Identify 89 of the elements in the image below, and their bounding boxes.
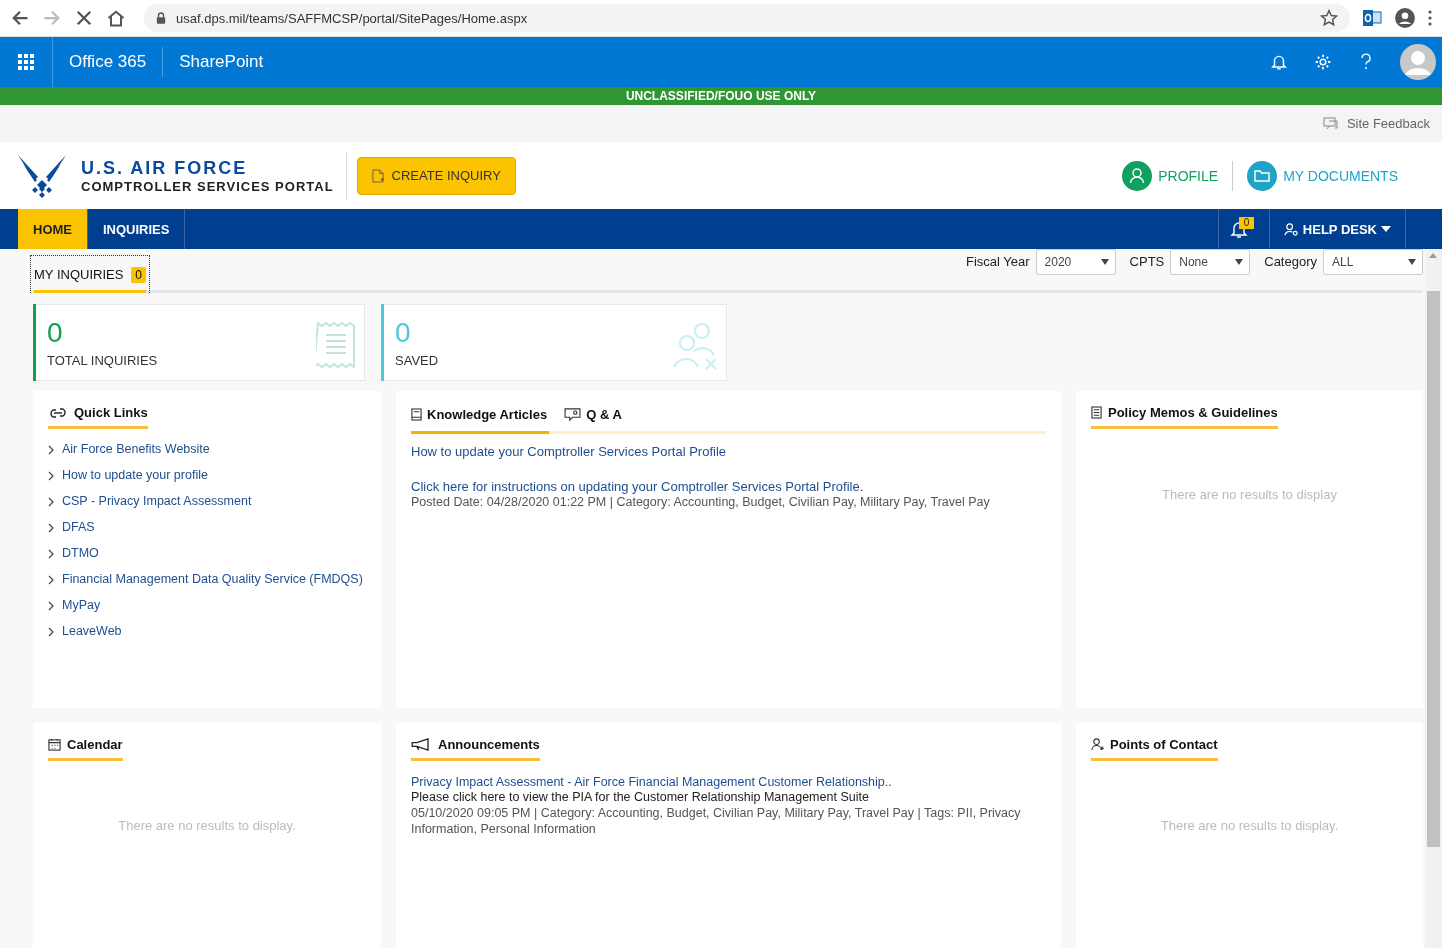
scrollbar[interactable]	[1425, 249, 1442, 948]
stat-label: SAVED	[395, 353, 439, 368]
caret-icon	[1381, 226, 1391, 232]
star-icon[interactable]	[1320, 9, 1338, 27]
person-circle-icon	[1122, 160, 1153, 191]
quick-link[interactable]: How to update your profile	[62, 467, 208, 483]
back-icon[interactable]	[10, 8, 30, 28]
count-badge: 0	[131, 266, 147, 283]
lock-icon	[156, 12, 166, 24]
filter-dropdown[interactable]: ALL	[1323, 249, 1423, 275]
document-add-icon	[371, 168, 384, 183]
chevron-icon	[48, 575, 54, 585]
person-gear-icon	[1283, 221, 1299, 237]
nav-tab[interactable]: INQUIRIES	[88, 209, 186, 249]
chevron-icon	[48, 549, 54, 559]
avatar-icon[interactable]	[1400, 44, 1436, 80]
panel-title: Points of Contact	[1110, 737, 1218, 752]
filter-label: Fiscal Year	[966, 254, 1030, 269]
stat-value: 0	[47, 317, 63, 349]
app-name[interactable]: SharePoint	[163, 52, 1270, 72]
quick-link[interactable]: CSP - Privacy Impact Assessment	[62, 493, 252, 509]
create-inquiry-button[interactable]: CREATE INQUIRY	[356, 156, 516, 195]
panel-title: Announcements	[438, 737, 540, 752]
book-icon	[411, 408, 422, 421]
chevron-icon	[48, 627, 54, 637]
announcement-link[interactable]: Privacy Impact Assessment - Air Force Financial Management Customer Relationship..	[411, 775, 892, 789]
filter-dropdown[interactable]: 2020	[1035, 249, 1116, 275]
panel-tab[interactable]: Knowledge Articles	[411, 407, 550, 434]
chevron-icon	[48, 471, 54, 481]
help-icon[interactable]	[1358, 52, 1374, 72]
caret-icon	[1100, 258, 1109, 265]
caret-icon	[1235, 258, 1244, 265]
chevron-icon	[48, 445, 54, 455]
quick-link[interactable]: LeaveWeb	[62, 623, 122, 639]
home-icon[interactable]	[106, 8, 126, 28]
menu-icon[interactable]	[1428, 10, 1432, 26]
address-bar[interactable]: usaf.dps.mil/teams/SAFFMCSP/portal/SitePages/Home.aspx	[144, 4, 1350, 32]
article-meta: Posted Date: 04/28/2020 01:22 PM | Category: Accounting, Budget, Civilian Pay, Military Pay, Travel Pay	[411, 494, 991, 510]
calendar-icon	[48, 738, 61, 751]
caret-icon	[1408, 258, 1416, 265]
megaphone-icon	[411, 738, 432, 751]
portal-subtitle: COMPTROLLER SERVICES PORTAL	[81, 178, 334, 194]
panel-title: Quick Links	[74, 405, 148, 420]
empty-message: There are no results to display.	[1159, 818, 1340, 833]
chat-icon	[1322, 116, 1341, 131]
quick-link[interactable]: Air Force Benefits Website	[62, 441, 210, 457]
receipt-icon	[316, 321, 356, 371]
chat-person-icon	[564, 408, 582, 421]
my-inquiries-tab[interactable]: MY INQUIRIES 0	[30, 255, 151, 293]
link-icon	[48, 405, 68, 420]
portal-title: U.S. AIR FORCE	[81, 157, 249, 179]
empty-message: There are no results to display	[1161, 487, 1338, 502]
bell-icon[interactable]	[1228, 219, 1249, 239]
chevron-icon	[48, 523, 54, 533]
panel-tab[interactable]: Q & A	[564, 407, 622, 434]
quick-link[interactable]: Financial Management Data Quality Service (FMDQS)	[62, 571, 363, 587]
bell-icon[interactable]	[1270, 53, 1288, 71]
nav-tab[interactable]: HOME	[18, 209, 88, 249]
article-title-link[interactable]: How to update your Comptroller Services Portal Profile	[411, 444, 727, 459]
panel-title: Calendar	[67, 737, 123, 752]
chevron-icon	[48, 601, 54, 611]
classification-banner: UNCLASSIFIED/FOUO USE ONLY	[0, 87, 1442, 105]
account-icon[interactable]	[1394, 7, 1416, 29]
quick-link[interactable]: MyPay	[62, 597, 101, 613]
chevron-icon	[48, 497, 54, 507]
mail-extension-icon[interactable]	[1362, 8, 1382, 28]
person-icon	[1091, 738, 1104, 751]
announcement-text: Please click here to view the PIA for the Customer Relationship Management Suite	[411, 789, 870, 805]
stat-value: 0	[395, 317, 411, 349]
filter-dropdown[interactable]: None	[1170, 249, 1251, 275]
article-link[interactable]: Click here for instructions on updating your Comptroller Services Portal Profile.	[411, 479, 864, 494]
scroll-up-icon	[1429, 253, 1437, 258]
url-text: usaf.dps.mil/teams/SAFFMCSP/portal/SitePages/Home.aspx	[176, 10, 529, 26]
filter-label: CPTS	[1129, 254, 1165, 269]
office-link[interactable]: Office 365	[53, 47, 164, 77]
site-feedback-link[interactable]: Site Feedback	[1322, 116, 1430, 131]
people-icon	[672, 321, 718, 371]
notification-count: 0	[1238, 217, 1255, 229]
quick-link[interactable]: DTMO	[62, 545, 99, 561]
panel-title: Policy Memos & Guidelines	[1108, 405, 1278, 420]
filter-label: Category	[1264, 254, 1317, 269]
announcement-meta: 05/10/2020 09:05 PM | Category: Accounting, Budget, Civilian Pay, Military Pay, Travel Pay | Tags: PII, Privacy Information, Personal Information	[411, 805, 1022, 837]
stat-label: TOTAL INQUIRIES	[47, 353, 158, 368]
folder-circle-icon	[1247, 160, 1278, 191]
document-icon	[1091, 406, 1102, 419]
empty-message: There are no results to display.	[117, 818, 297, 833]
settings-icon[interactable]	[1314, 53, 1332, 71]
quick-link[interactable]: DFAS	[62, 519, 95, 535]
stop-icon[interactable]	[74, 8, 94, 28]
